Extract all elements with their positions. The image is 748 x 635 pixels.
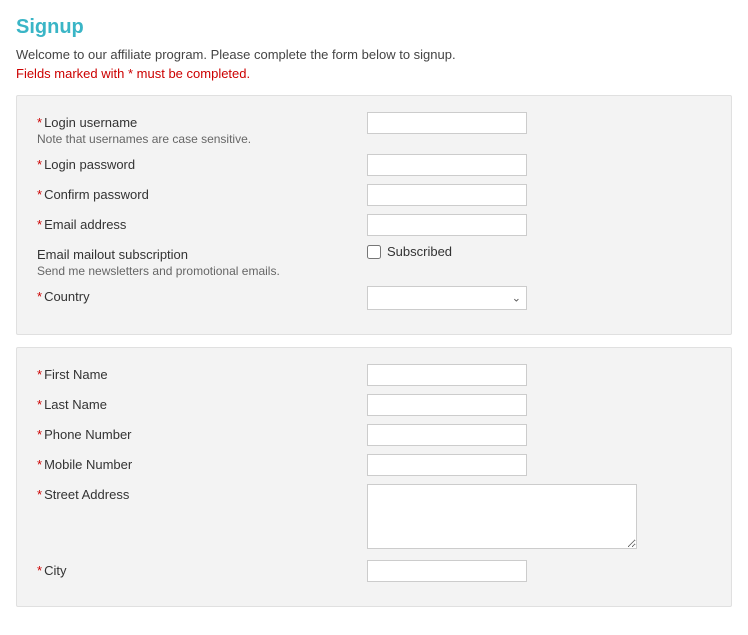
email-address-row: *Email address	[37, 214, 711, 236]
login-username-input-col	[367, 112, 711, 134]
city-label: *City	[37, 560, 367, 578]
page-title: Signup	[16, 16, 732, 39]
req-star: *	[37, 115, 42, 130]
city-row: *City	[37, 560, 711, 582]
username-sublabel: Note that usernames are case sensitive.	[37, 132, 367, 146]
mobile-number-input[interactable]	[367, 454, 527, 476]
subscribed-label: Subscribed	[387, 244, 452, 259]
mobile-number-label: *Mobile Number	[37, 454, 367, 472]
country-row: *Country ⌄	[37, 286, 711, 310]
login-password-row: *Login password	[37, 154, 711, 176]
mobile-number-row: *Mobile Number	[37, 454, 711, 476]
city-input[interactable]	[367, 560, 527, 582]
login-password-input[interactable]	[367, 154, 527, 176]
email-address-input[interactable]	[367, 214, 527, 236]
login-username-row: *Login username Note that usernames are …	[37, 112, 711, 146]
street-address-label: *Street Address	[37, 484, 367, 502]
email-address-label: *Email address	[37, 214, 367, 232]
required-star: *	[128, 66, 133, 81]
country-select[interactable]	[367, 286, 527, 310]
email-mailout-label: Email mailout subscription Send me newsl…	[37, 244, 367, 278]
email-mailout-sublabel: Send me newsletters and promotional emai…	[37, 264, 367, 278]
login-username-input[interactable]	[367, 112, 527, 134]
street-address-textarea[interactable]	[367, 484, 637, 549]
first-name-input[interactable]	[367, 364, 527, 386]
confirm-password-label: *Confirm password	[37, 184, 367, 202]
phone-number-input[interactable]	[367, 424, 527, 446]
last-name-label: *Last Name	[37, 394, 367, 412]
section-account: *Login username Note that usernames are …	[16, 95, 732, 335]
first-name-label: *First Name	[37, 364, 367, 382]
fields-marked-text: Fields marked with	[16, 66, 128, 81]
street-address-row: *Street Address	[37, 484, 711, 552]
confirm-password-input[interactable]	[367, 184, 527, 206]
section-personal: *First Name *Last Name *Phone Number *Mo…	[16, 347, 732, 607]
login-password-label: *Login password	[37, 154, 367, 172]
last-name-input[interactable]	[367, 394, 527, 416]
first-name-row: *First Name	[37, 364, 711, 386]
must-be-completed-text: must be completed.	[137, 66, 250, 81]
phone-number-row: *Phone Number	[37, 424, 711, 446]
last-name-row: *Last Name	[37, 394, 711, 416]
intro-line1: Welcome to our affiliate program. Please…	[16, 47, 732, 62]
subscribed-checkbox-row: Subscribed	[367, 244, 711, 259]
country-label: *Country	[37, 286, 367, 304]
login-username-label: *Login username Note that usernames are …	[37, 112, 367, 146]
required-note: Fields marked with * must be completed.	[16, 66, 732, 81]
email-mailout-row: Email mailout subscription Send me newsl…	[37, 244, 711, 278]
country-select-wrapper: ⌄	[367, 286, 527, 310]
confirm-password-row: *Confirm password	[37, 184, 711, 206]
phone-number-label: *Phone Number	[37, 424, 367, 442]
subscribed-checkbox[interactable]	[367, 245, 381, 259]
